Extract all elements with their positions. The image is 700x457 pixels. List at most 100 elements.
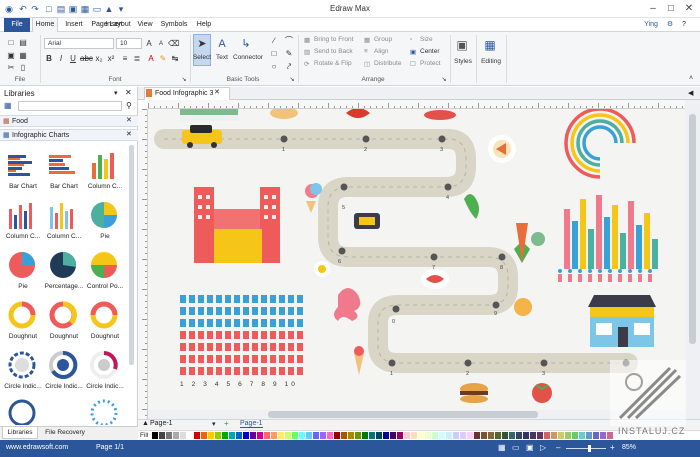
- infographic-category-close-icon[interactable]: ✕: [126, 130, 132, 138]
- page-menu-icon[interactable]: ▾: [212, 420, 216, 428]
- zoom-slider-thumb[interactable]: [588, 445, 591, 452]
- website-link[interactable]: www.edrawsoft.com: [6, 444, 68, 451]
- minimize-icon[interactable]: –: [646, 2, 660, 16]
- color-swatch[interactable]: [215, 432, 221, 439]
- bold-icon[interactable]: B: [44, 54, 54, 64]
- color-swatch[interactable]: [320, 432, 326, 439]
- color-swatch[interactable]: [390, 432, 396, 439]
- zoom-slider[interactable]: [566, 448, 606, 449]
- underline-icon[interactable]: U: [68, 54, 78, 64]
- library-menu-icon[interactable]: ▦: [4, 101, 14, 111]
- color-swatch[interactable]: [397, 432, 403, 439]
- center-button[interactable]: Center: [420, 48, 440, 55]
- print-file-icon[interactable]: ▦: [18, 51, 28, 61]
- color-swatch[interactable]: [362, 432, 368, 439]
- color-swatch[interactable]: [530, 432, 536, 439]
- highlight-icon[interactable]: ✎: [158, 54, 168, 64]
- color-swatch[interactable]: [418, 432, 424, 439]
- libraries-close-icon[interactable]: ✕: [125, 88, 132, 97]
- color-swatch[interactable]: [327, 432, 333, 439]
- fit-page-icon[interactable]: ▦: [498, 443, 506, 452]
- menu-symbols[interactable]: Symbols: [158, 18, 190, 32]
- color-swatch[interactable]: [488, 432, 494, 439]
- italic-icon[interactable]: I: [56, 54, 66, 64]
- font-name-field[interactable]: Arial: [44, 38, 114, 49]
- curve-tool-icon[interactable]: ⌒: [283, 36, 295, 46]
- collapse-ribbon-icon[interactable]: ˄: [686, 74, 696, 84]
- shape-percentage[interactable]: Percentage...: [43, 247, 83, 294]
- rectangle-tool-icon[interactable]: □: [268, 49, 280, 59]
- shape-doughnut[interactable]: Doughnut: [2, 297, 42, 344]
- maximize-icon[interactable]: □: [664, 2, 678, 16]
- line-tool-icon[interactable]: ∕: [268, 36, 280, 46]
- color-swatch[interactable]: [439, 432, 445, 439]
- color-swatch[interactable]: [201, 432, 207, 439]
- color-swatch[interactable]: [229, 432, 235, 439]
- shape-bar-chart-2[interactable]: Bar Chart: [43, 147, 83, 194]
- strikethrough-icon[interactable]: abc: [80, 54, 93, 64]
- active-page-tab[interactable]: Page-1: [240, 420, 263, 428]
- color-swatch[interactable]: [222, 432, 228, 439]
- align-button[interactable]: Align: [374, 48, 388, 55]
- increase-font-icon[interactable]: A: [144, 39, 154, 49]
- color-swatch[interactable]: [579, 432, 585, 439]
- color-swatch[interactable]: [173, 432, 179, 439]
- food-category-close-icon[interactable]: ✕: [126, 116, 132, 124]
- shape-partial-item[interactable]: [6, 397, 38, 425]
- color-swatch[interactable]: [432, 432, 438, 439]
- decrease-font-icon[interactable]: A: [156, 39, 166, 49]
- color-swatch[interactable]: [607, 432, 613, 439]
- styles-button[interactable]: Styles: [452, 58, 474, 65]
- color-swatch[interactable]: [586, 432, 592, 439]
- shape-doughnut-2[interactable]: Doughnut: [43, 297, 83, 344]
- tab-scroll-icon[interactable]: ◀: [688, 89, 693, 97]
- save-file-icon[interactable]: ▣: [6, 51, 16, 61]
- shape-bar-chart[interactable]: Bar Chart: [2, 147, 42, 194]
- shape-column-chart[interactable]: Column C...: [84, 147, 124, 194]
- color-swatch[interactable]: [257, 432, 263, 439]
- size-button[interactable]: Size: [420, 36, 433, 43]
- color-swatch[interactable]: [299, 432, 305, 439]
- add-page-icon[interactable]: +: [224, 419, 229, 428]
- color-swatch[interactable]: [348, 432, 354, 439]
- close-icon[interactable]: ✕: [682, 2, 696, 16]
- category-food[interactable]: Food: [0, 115, 138, 127]
- rotate-flip-button[interactable]: Rotate & Flip: [314, 60, 352, 67]
- color-swatch[interactable]: [152, 432, 158, 439]
- color-swatch[interactable]: [355, 432, 361, 439]
- color-swatch[interactable]: [208, 432, 214, 439]
- paste-icon[interactable]: ▯: [18, 63, 28, 73]
- cut-icon[interactable]: ✂: [6, 63, 16, 73]
- color-swatch[interactable]: [285, 432, 291, 439]
- arrange-dialog-launcher-icon[interactable]: ↘: [440, 75, 448, 85]
- color-swatch[interactable]: [306, 432, 312, 439]
- shape-circle-indicator-3[interactable]: Circle Indic...: [84, 347, 124, 394]
- menu-view[interactable]: View: [134, 18, 156, 32]
- color-swatch[interactable]: [166, 432, 172, 439]
- horizontal-scroll-thumb[interactable]: [268, 411, 538, 418]
- color-swatch[interactable]: [404, 432, 410, 439]
- color-swatch[interactable]: [565, 432, 571, 439]
- pencil-tool-icon[interactable]: ✎: [283, 49, 295, 59]
- color-swatch[interactable]: [474, 432, 480, 439]
- horizontal-scrollbar[interactable]: [148, 410, 685, 419]
- tab-home[interactable]: Home: [32, 17, 58, 33]
- color-swatch[interactable]: [425, 432, 431, 439]
- color-swatch[interactable]: [502, 432, 508, 439]
- color-swatch[interactable]: [509, 432, 515, 439]
- fit-width-icon[interactable]: ▭: [512, 443, 520, 452]
- document-close-icon[interactable]: ✕: [214, 88, 220, 96]
- color-swatch[interactable]: [334, 432, 340, 439]
- open-file-icon[interactable]: ▤: [18, 38, 28, 48]
- color-swatch[interactable]: [558, 432, 564, 439]
- color-swatch[interactable]: [544, 432, 550, 439]
- text-direction-icon[interactable]: ↹: [170, 54, 180, 64]
- library-scrollbar[interactable]: [129, 145, 134, 365]
- color-swatch[interactable]: [551, 432, 557, 439]
- distribute-button[interactable]: Distribute: [374, 60, 401, 67]
- shape-circle-indicator[interactable]: Circle Indic...: [2, 347, 42, 394]
- shape-pie-2[interactable]: Pie: [2, 247, 42, 294]
- category-infographic-charts[interactable]: Infographic Charts: [0, 129, 138, 141]
- drawing-canvas[interactable]: 1 2 3 4 5 6 7 8 9 0 1 2 3 1 2 3 4 5 6 7 8 9 10: [148, 109, 685, 419]
- color-swatch[interactable]: [159, 432, 165, 439]
